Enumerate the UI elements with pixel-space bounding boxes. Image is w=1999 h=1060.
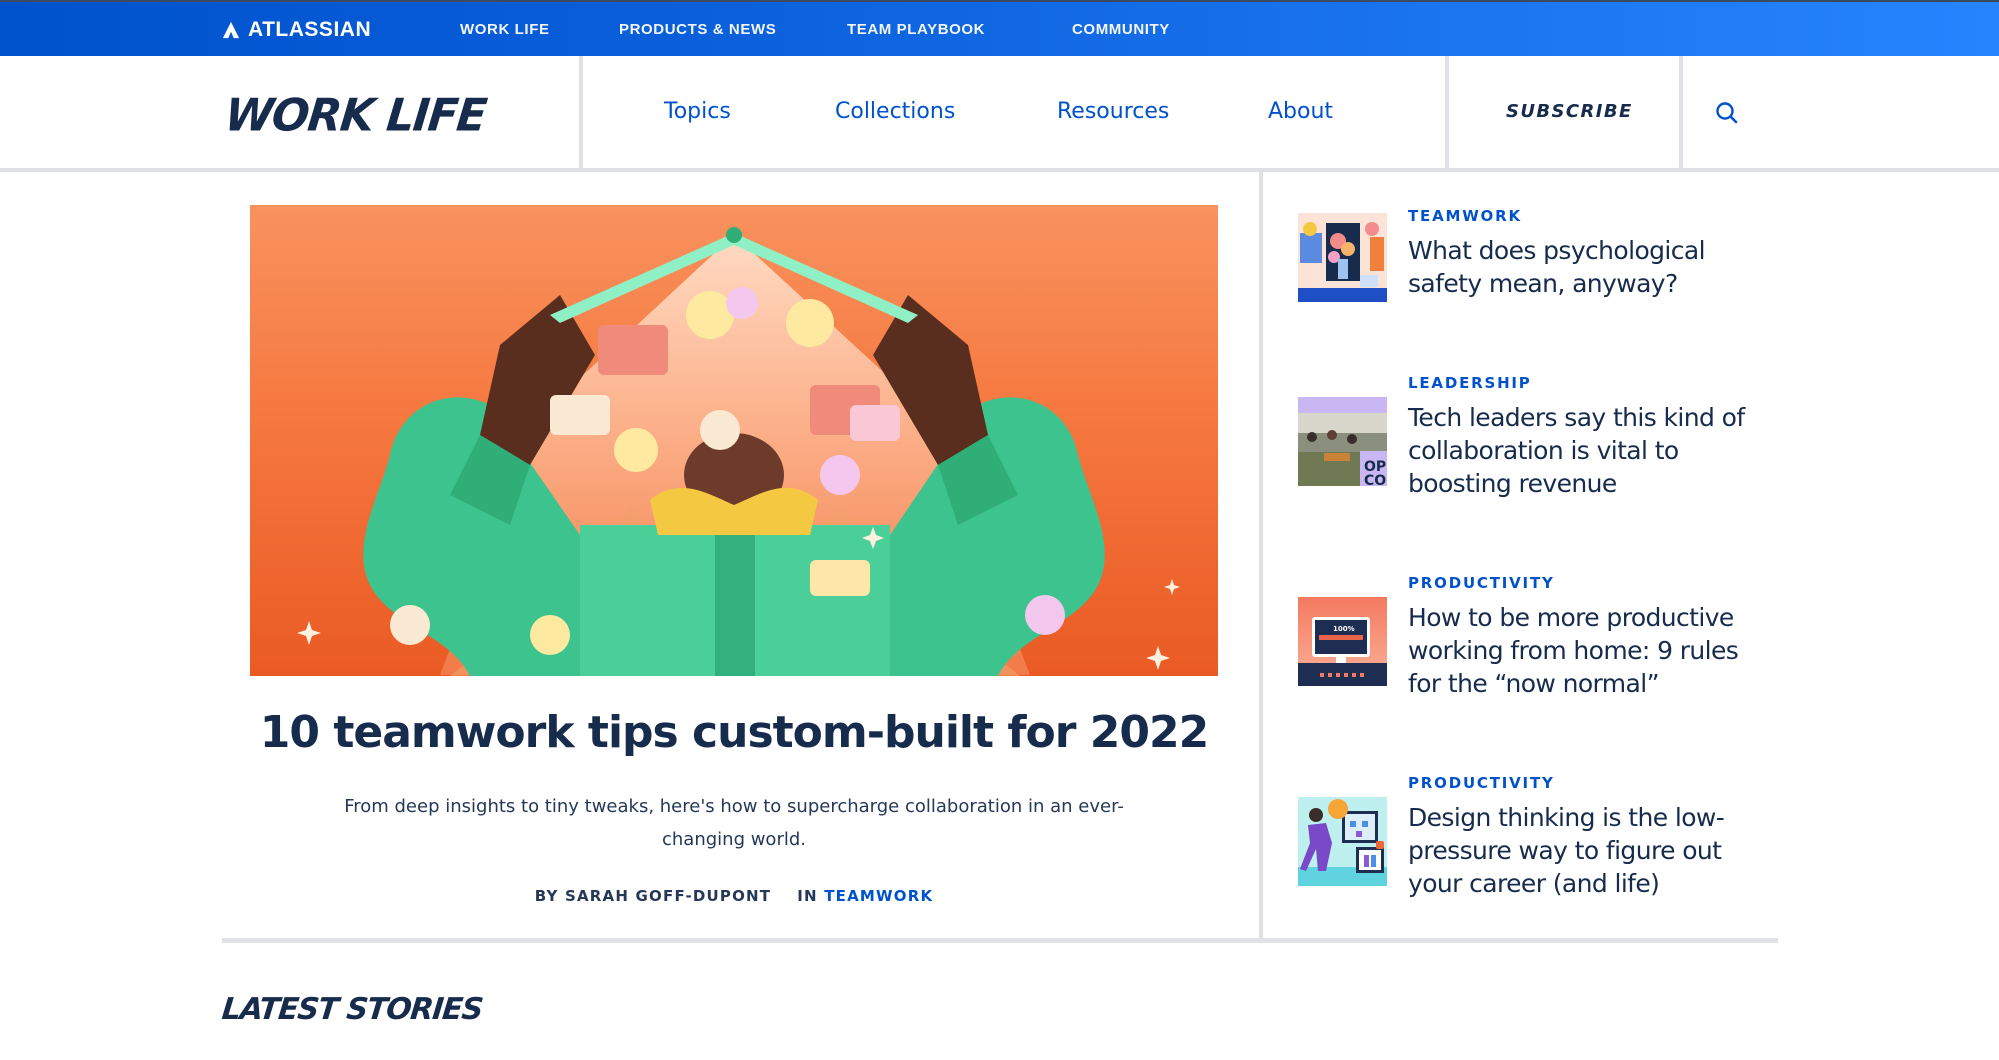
section-header: WORK LIFE Topics Collections Resources A…: [0, 56, 1999, 172]
nav-topics[interactable]: Topics: [664, 98, 731, 126]
sidebar-story[interactable]: PRODUCTIVITY Design thinking is the low-…: [1298, 773, 1768, 913]
story-category[interactable]: PRODUCTIVITY: [1408, 573, 1555, 593]
psych-safety-thumbnail: [1298, 213, 1387, 302]
design-thinking-thumbnail: [1298, 797, 1387, 886]
subscribe-link[interactable]: SUBSCRIBE: [1506, 100, 1633, 124]
story-category[interactable]: TEAMWORK: [1408, 206, 1522, 226]
svg-text:CO: CO: [1364, 473, 1386, 486]
story-thumbnail[interactable]: [1298, 213, 1387, 302]
story-thumbnail[interactable]: 100%: [1298, 597, 1387, 686]
hero-image[interactable]: [250, 205, 1218, 676]
header-divider: [579, 56, 583, 168]
global-nav-work-life[interactable]: WORK LIFE: [460, 21, 550, 38]
global-nav-products-news[interactable]: PRODUCTS & NEWS: [619, 21, 776, 38]
story-category[interactable]: PRODUCTIVITY: [1408, 773, 1555, 793]
latest-stories-heading: LATEST STORIES: [220, 992, 484, 1027]
in-prefix: IN: [797, 887, 818, 905]
author-name: SARAH GOFF-DUPONT: [565, 887, 772, 905]
office-photo-thumbnail: OP CO: [1298, 397, 1387, 486]
header-divider: [1679, 56, 1683, 168]
sidebar-story[interactable]: TEAMWORK What does psychological safety …: [1298, 206, 1768, 316]
global-nav-team-playbook[interactable]: TEAM PLAYBOOK: [847, 21, 985, 38]
search-button[interactable]: [1714, 100, 1740, 126]
nav-about[interactable]: About: [1268, 98, 1333, 126]
sidebar-story[interactable]: OP CO LEADERSHIP Tech leaders say this k…: [1298, 373, 1768, 513]
story-title[interactable]: How to be more productive working from h…: [1408, 601, 1768, 700]
atlassian-wordmark: ATLASSIAN: [248, 18, 372, 41]
atlassian-logo-link[interactable]: ATLASSIAN: [222, 18, 371, 42]
hero-description: From deep insights to tiny tweaks, here'…: [344, 796, 1124, 850]
sidebar-divider: [1259, 172, 1263, 942]
global-nav-community[interactable]: COMMUNITY: [1072, 21, 1170, 38]
atlassian-logo-icon: [222, 21, 240, 39]
sidebar-story[interactable]: 100% PRODUCTIVITY How to be more product…: [1298, 573, 1768, 713]
story-title[interactable]: What does psychological safety mean, any…: [1408, 234, 1768, 300]
search-icon: [1716, 102, 1738, 124]
hero-illustration: [297, 227, 1180, 676]
story-thumbnail[interactable]: [1298, 797, 1387, 886]
global-nav-bar: ATLASSIAN WORK LIFE PRODUCTS & NEWS TEAM…: [0, 0, 1999, 56]
hero-title-link[interactable]: 10 teamwork tips custom-built for 2022: [222, 703, 1246, 763]
nav-resources[interactable]: Resources: [1057, 98, 1169, 126]
work-life-logo[interactable]: WORK LIFE: [222, 89, 488, 141]
thumb-progress-text: 100%: [1333, 625, 1355, 633]
story-title[interactable]: Tech leaders say this kind of collaborat…: [1408, 401, 1768, 500]
hero-byline: BY SARAH GOFF-DUPONT IN TEAMWORK: [222, 884, 1246, 908]
story-category[interactable]: LEADERSHIP: [1408, 373, 1532, 393]
byline-prefix: BY: [534, 887, 559, 905]
header-divider: [1445, 56, 1449, 168]
story-title[interactable]: Design thinking is the low-pressure way …: [1408, 801, 1768, 900]
monitor-thumbnail: 100%: [1298, 597, 1387, 686]
story-thumbnail[interactable]: OP CO: [1298, 397, 1387, 486]
hero-category-link[interactable]: TEAMWORK: [824, 887, 933, 905]
nav-collections[interactable]: Collections: [835, 98, 955, 126]
section-divider: [222, 938, 1778, 943]
